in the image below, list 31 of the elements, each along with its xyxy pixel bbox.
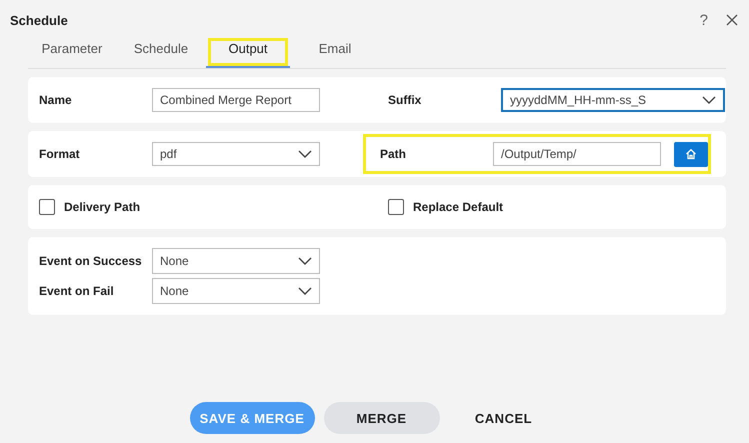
- checkbox[interactable]: [388, 199, 404, 215]
- field-label: Suffix: [388, 93, 422, 107]
- tab[interactable]: Schedule: [119, 36, 203, 68]
- chevron-down-icon: [298, 150, 312, 158]
- cancel-button[interactable]: CANCEL: [448, 402, 558, 434]
- chevron-down-icon: [298, 257, 312, 265]
- field-label: Path: [380, 147, 408, 161]
- tab[interactable]: Parameter: [28, 36, 116, 68]
- checkbox-label: Replace Default: [413, 200, 504, 214]
- merge-button[interactable]: MERGE: [324, 402, 440, 434]
- home-icon: [685, 148, 697, 160]
- field-label: Event on Success: [39, 254, 143, 268]
- event-dropdown[interactable]: None: [152, 278, 320, 304]
- path-field[interactable]: /Output/Temp/: [493, 142, 661, 166]
- suffix-dropdown[interactable]: yyyyddMM_HH-mm-ss_S: [501, 88, 725, 112]
- field-label: Format: [39, 147, 81, 161]
- field-label: Name: [39, 93, 73, 107]
- tab[interactable]: Email: [293, 36, 377, 68]
- chevron-down-icon: [702, 96, 716, 104]
- help-button[interactable]: ?: [700, 12, 708, 28]
- checkbox[interactable]: [39, 199, 55, 215]
- event-dropdown[interactable]: None: [152, 248, 320, 274]
- home-button[interactable]: [674, 142, 708, 166]
- format-dropdown[interactable]: pdf: [152, 142, 320, 166]
- tab[interactable]: Output: [206, 36, 290, 68]
- window-title: Schedule: [10, 12, 68, 28]
- field-label: Event on Fail: [39, 284, 115, 298]
- close-icon[interactable]: [726, 14, 738, 26]
- chevron-down-icon: [298, 287, 312, 295]
- checkbox-label: Delivery Path: [64, 200, 140, 214]
- name-field[interactable]: Combined Merge Report: [152, 88, 320, 112]
